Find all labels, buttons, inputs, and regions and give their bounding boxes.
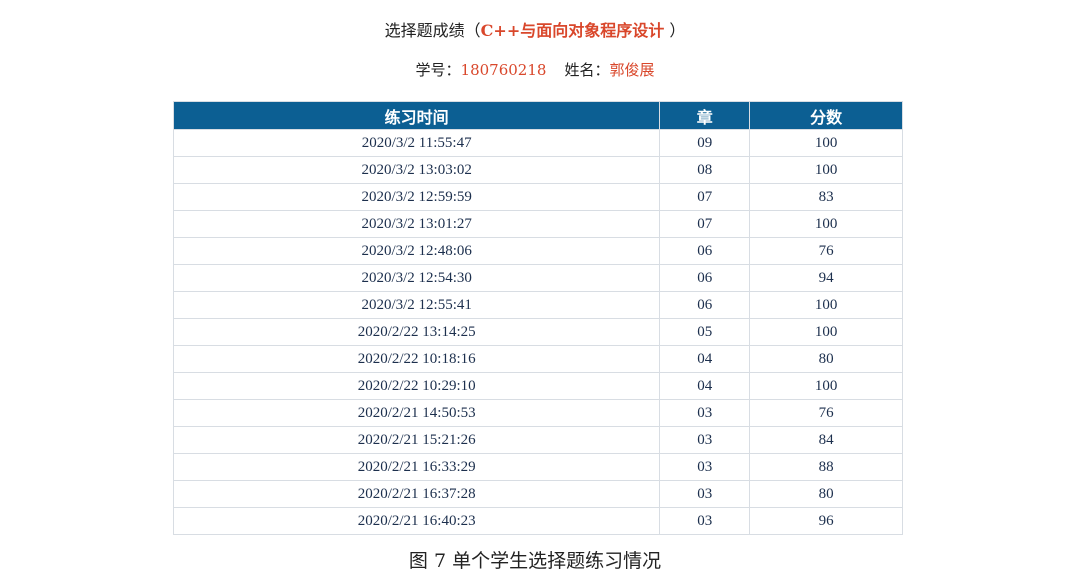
cell-chapter: 03	[659, 480, 751, 508]
cell-score: 76	[749, 399, 903, 427]
cell-chapter: 06	[659, 291, 751, 319]
student-id-label: 学号：	[415, 61, 461, 79]
scores-table: 练习时间 章 分数 2020/3/2 11:55:47 09 100 2020/3/2…	[172, 101, 903, 535]
cell-chapter: 03	[659, 399, 751, 427]
figure-caption: 图 7 单个学生选择题练习情况	[408, 550, 662, 572]
cell-score: 80	[749, 480, 903, 508]
table-row: 2020/3/2 12:54:30 06 94	[172, 264, 903, 292]
cell-score: 88	[749, 453, 903, 481]
table-body: 2020/3/2 11:55:47 09 100 2020/3/2 13:03:02 0…	[172, 129, 903, 535]
table-row: 2020/3/2 12:48:06 06 76	[172, 237, 903, 265]
student-id: 180760218	[460, 61, 547, 79]
cell-time: 2020/2/21 16:40:23	[172, 507, 661, 535]
student-name: 郭俊展	[609, 61, 655, 79]
table-row: 2020/3/2 11:55:47 09 100	[172, 129, 903, 157]
cell-chapter: 08	[659, 156, 751, 184]
cell-time: 2020/3/2 12:54:30	[172, 264, 661, 292]
column-header-score: 分数	[749, 101, 903, 130]
table-row: 2020/2/21 16:33:29 03 88	[172, 453, 903, 481]
cell-score: 100	[749, 372, 903, 400]
table-row: 2020/2/22 13:14:25 05 100	[172, 318, 903, 346]
cell-time: 2020/3/2 11:55:47	[172, 129, 661, 157]
cell-chapter: 03	[659, 507, 751, 535]
table-header-row: 练习时间 章 分数	[172, 101, 903, 130]
cell-chapter: 05	[659, 318, 751, 346]
table-row: 2020/2/22 10:29:10 04 100	[172, 372, 903, 400]
cell-score: 94	[749, 264, 903, 292]
cell-score: 100	[749, 318, 903, 346]
cell-chapter: 07	[659, 210, 751, 238]
cell-time: 2020/2/21 16:33:29	[172, 453, 661, 481]
cell-chapter: 04	[659, 372, 751, 400]
student-name-label: 姓名：	[564, 61, 610, 79]
cell-score: 96	[749, 507, 903, 535]
cell-chapter: 09	[659, 129, 751, 157]
cell-time: 2020/2/21 14:50:53	[172, 399, 661, 427]
cell-time: 2020/2/21 15:21:26	[172, 426, 661, 454]
table-row: 2020/3/2 13:01:27 07 100	[172, 210, 903, 238]
cell-time: 2020/2/21 16:37:28	[172, 480, 661, 508]
cell-chapter: 06	[659, 264, 751, 292]
table-row: 2020/3/2 12:59:59 07 83	[172, 183, 903, 211]
cell-chapter: 04	[659, 345, 751, 373]
cell-time: 2020/3/2 12:59:59	[172, 183, 661, 211]
student-info: 学号：180760218 姓名：郭俊展	[0, 59, 1070, 81]
cell-time: 2020/2/22 10:29:10	[172, 372, 661, 400]
table-row: 2020/2/22 10:18:16 04 80	[172, 345, 903, 373]
cell-score: 100	[749, 129, 903, 157]
table-row: 2020/3/2 12:55:41 06 100	[172, 291, 903, 319]
cell-chapter: 07	[659, 183, 751, 211]
cell-score: 84	[749, 426, 903, 454]
cell-time: 2020/2/22 10:18:16	[172, 345, 661, 373]
cell-time: 2020/3/2 13:01:27	[172, 210, 661, 238]
cell-score: 76	[749, 237, 903, 265]
cell-chapter: 03	[659, 426, 751, 454]
cell-score: 100	[749, 156, 903, 184]
cell-time: 2020/3/2 12:55:41	[172, 291, 661, 319]
title-prefix: 选择题成绩（	[384, 21, 481, 40]
title-suffix: ）	[664, 21, 686, 40]
page-title: 选择题成绩（C++与面向对象程序设计 ）	[0, 20, 1070, 42]
cell-score: 80	[749, 345, 903, 373]
column-header-chapter: 章	[659, 101, 751, 130]
cell-score: 83	[749, 183, 903, 211]
cell-time: 2020/2/22 13:14:25	[172, 318, 661, 346]
cell-chapter: 06	[659, 237, 751, 265]
cell-time: 2020/3/2 12:48:06	[172, 237, 661, 265]
table-row: 2020/2/21 16:40:23 03 96	[172, 507, 903, 535]
cell-chapter: 03	[659, 453, 751, 481]
table-row: 2020/2/21 14:50:53 03 76	[172, 399, 903, 427]
cell-score: 100	[749, 291, 903, 319]
table-row: 2020/3/2 13:03:02 08 100	[172, 156, 903, 184]
cell-score: 100	[749, 210, 903, 238]
table-row: 2020/2/21 15:21:26 03 84	[172, 426, 903, 454]
course-name: C++与面向对象程序设计	[480, 21, 665, 40]
table-row: 2020/2/21 16:37:28 03 80	[172, 480, 903, 508]
cell-time: 2020/3/2 13:03:02	[172, 156, 661, 184]
column-header-time: 练习时间	[172, 101, 661, 130]
